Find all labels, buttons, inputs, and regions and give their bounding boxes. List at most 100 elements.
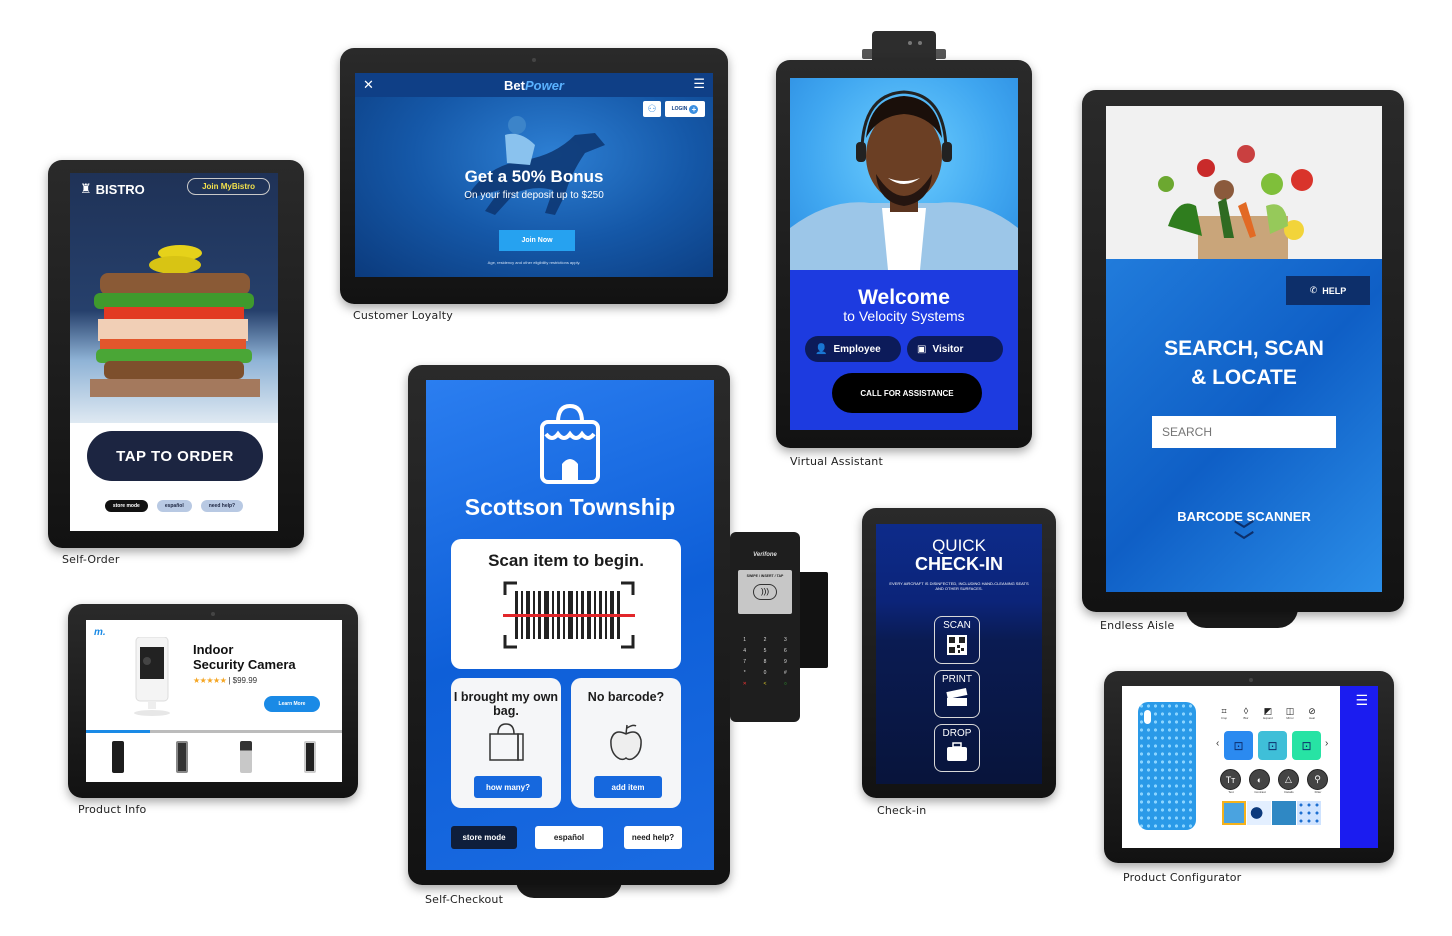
key[interactable]: #	[777, 670, 794, 678]
espanol-button[interactable]: español	[156, 500, 192, 512]
espanol-button[interactable]: español	[535, 826, 603, 849]
product-configurator-screen: ⌗ Crop ◊ Blur ◩ Expand ◫ Mirror ⊘ Heal ‹ ⊡ ⊡ …	[1122, 686, 1378, 848]
scan-button[interactable]: SCAN	[934, 616, 980, 664]
self-checkout-screen: Scottson Township Scan item to begin. I …	[426, 380, 714, 870]
key[interactable]: *	[736, 670, 753, 678]
product-thumbnail[interactable]	[112, 741, 124, 773]
text-icon: Tт	[1220, 769, 1241, 790]
product-thumbnail[interactable]	[304, 741, 316, 773]
login-button[interactable]: LOGIN +	[665, 101, 705, 117]
cancel-key[interactable]: ✕	[736, 681, 753, 689]
tap-to-order-button[interactable]: TAP TO ORDER	[87, 431, 263, 481]
text-effect[interactable]: Tт Text	[1220, 769, 1242, 794]
add-item-button[interactable]: add item	[594, 776, 662, 798]
store-mode-button[interactable]: store mode	[451, 826, 517, 849]
badge-icon: ▣	[917, 343, 927, 355]
print-button[interactable]: PRINT	[934, 670, 980, 718]
welcome-subtitle: to Velocity Systems	[843, 308, 965, 324]
expand-tool[interactable]: ◩ Expand	[1261, 706, 1275, 720]
call-for-assistance-button[interactable]: CALL FOR ASSISTANCE	[832, 373, 982, 413]
clear-key[interactable]: <	[756, 681, 773, 689]
terminal-keypad: 1 2 3 4 5 6 7 8 9 * 0 # ✕ < ○	[736, 637, 794, 689]
join-now-button[interactable]: Join Now	[499, 230, 575, 251]
key[interactable]: 1	[736, 637, 753, 645]
pattern-swatch[interactable]	[1297, 801, 1321, 825]
pattern-options	[1222, 801, 1321, 825]
storefront-bag-icon	[540, 403, 600, 484]
product-thumbnail[interactable]	[240, 741, 252, 773]
pattern-swatch-selected[interactable]	[1222, 801, 1246, 825]
boarding-pass-icon	[946, 688, 968, 706]
camera-option[interactable]: ⊡	[1292, 731, 1321, 760]
key[interactable]: 2	[756, 637, 773, 645]
product-thumbnail[interactable]	[176, 741, 188, 773]
phone-case-preview	[1138, 702, 1196, 830]
close-icon[interactable]: ✕	[363, 77, 374, 93]
how-many-button[interactable]: how many?	[474, 776, 542, 798]
no-barcode-card[interactable]: No barcode? add item	[571, 678, 681, 808]
learn-more-button[interactable]: Learn More	[264, 696, 320, 712]
employee-icon: 👤	[815, 343, 828, 355]
need-help-button[interactable]: need help?	[200, 500, 244, 512]
key[interactable]: 0	[756, 670, 773, 678]
terminal-brand: Verifone	[753, 552, 777, 558]
betpower-logo: BetPower	[504, 77, 564, 93]
key[interactable]: 8	[756, 659, 773, 667]
key[interactable]: 4	[736, 648, 753, 656]
camera-option[interactable]: ⊡	[1224, 731, 1253, 760]
own-bag-card[interactable]: I brought my own bag. how many?	[451, 678, 561, 808]
endless-aisle-caption: Endless Aisle	[1100, 619, 1175, 632]
apple-icon	[610, 724, 642, 761]
camera-option[interactable]: ⊡	[1258, 731, 1287, 760]
scan-item-card[interactable]: Scan item to begin.	[451, 539, 681, 669]
mirror-icon: ◫	[1285, 706, 1295, 716]
key[interactable]: 7	[736, 659, 753, 667]
customer-loyalty-tablet: ✕ BetPower ☰ ⚇ LOGIN + Get a 50% Bonus O…	[340, 48, 728, 304]
key[interactable]: 9	[777, 659, 794, 667]
filter-effect[interactable]: ⚲ Filter	[1307, 769, 1329, 794]
crop-icon: ⌗	[1221, 706, 1227, 716]
photo-sources: ⊡ ⊡ ⊡	[1224, 731, 1321, 760]
key[interactable]: 6	[777, 648, 794, 656]
crop-tool[interactable]: ⌗ Crop	[1217, 706, 1231, 720]
camera-dot	[1249, 678, 1253, 682]
chevron-right-icon[interactable]: ›	[1325, 738, 1328, 749]
key[interactable]: 3	[777, 637, 794, 645]
help-button[interactable]: ✆ HELP	[1286, 276, 1370, 305]
indoor-camera-image	[134, 637, 170, 716]
contactless-icon: )))	[753, 584, 777, 600]
product-configurator-caption: Product Configurator	[1123, 871, 1242, 884]
hamburger-menu-icon[interactable]: ☰	[693, 76, 705, 92]
self-order-screen: ♜ BISTRO Join MyBistro TAP TO ORDER stor…	[70, 173, 278, 531]
hamburger-menu-icon[interactable]: ☰	[1355, 693, 1368, 707]
search-input[interactable]	[1152, 416, 1336, 448]
camera-icon: ⊡	[1301, 738, 1312, 753]
pattern-swatch[interactable]	[1272, 801, 1296, 825]
webcam	[872, 31, 936, 61]
heal-tool[interactable]: ⊘ Heal	[1305, 706, 1319, 720]
details-effect[interactable]: △ Details	[1278, 769, 1300, 794]
product-thumbnails	[86, 734, 342, 780]
visitor-button[interactable]: ▣ Visitor	[907, 336, 1003, 362]
key[interactable]: 5	[756, 648, 773, 656]
mirror-tool[interactable]: ◫ Mirror	[1283, 706, 1297, 720]
payment-terminal[interactable]: Verifone SWIPE / INSERT / TAP ))) 1 2 3 …	[730, 532, 800, 722]
enter-key[interactable]: ○	[777, 681, 794, 689]
pattern-swatch[interactable]	[1247, 801, 1271, 825]
contrast-effect[interactable]: ◐ Contrast	[1249, 769, 1271, 794]
drop-button[interactable]: DROP	[934, 724, 980, 772]
quick-heading: QUICK	[932, 536, 986, 555]
double-chevron-down-icon[interactable]: ﹀ ﹀	[1106, 521, 1382, 552]
grocery-bag-image	[1158, 145, 1313, 259]
sandwich-photo	[70, 173, 278, 423]
carousel-progress-fill	[86, 730, 150, 733]
blur-tool[interactable]: ◊ Blur	[1239, 706, 1253, 720]
store-mode-button[interactable]: store mode	[104, 500, 148, 512]
bistro-logo: ♜ BISTRO	[80, 181, 145, 197]
join-mybistro-button[interactable]: Join MyBistro	[187, 178, 270, 195]
employee-button[interactable]: 👤 Employee	[805, 336, 901, 362]
user-icon[interactable]: ⚇	[643, 101, 661, 117]
need-help-button[interactable]: need help?	[624, 826, 682, 849]
product-title: Indoor Security Camera	[193, 642, 296, 672]
chevron-left-icon[interactable]: ‹	[1216, 738, 1219, 749]
